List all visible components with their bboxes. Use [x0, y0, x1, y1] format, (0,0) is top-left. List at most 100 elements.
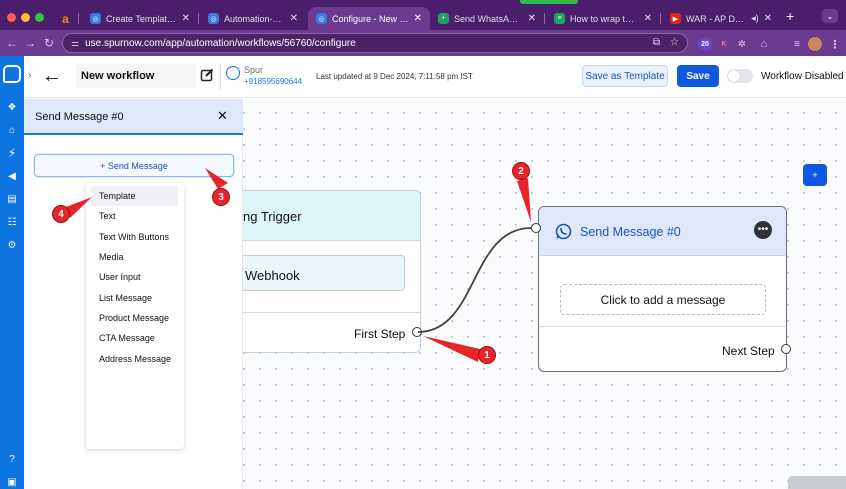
address-bar-row: ← → ↻ ⚌ use.spurnow.com/app/automation/w…	[0, 30, 846, 56]
close-tab-icon[interactable]: ✕	[290, 13, 298, 24]
spur-favicon-icon: ◎	[208, 13, 219, 24]
cast-icon[interactable]: ⧉	[653, 37, 660, 48]
more-options-icon[interactable]: •••	[754, 221, 772, 239]
close-tab-icon[interactable]: ✕	[414, 13, 422, 24]
webhook-label: Webhook	[245, 268, 300, 283]
menu-item-media[interactable]: Media	[86, 247, 184, 267]
tab-label: Send WhatsApp Messag	[454, 13, 523, 24]
browser-tab-bar: a ◎ Create Template user_a ✕ ◎ Automatio…	[0, 0, 846, 30]
help-icon[interactable]: ?	[5, 452, 19, 466]
close-window-icon[interactable]	[7, 13, 16, 22]
tab-wrap-text[interactable]: ≡ How to wrap text in Goo ✕	[546, 7, 660, 30]
app-left-rail: ❖ ⌂ ⚡ ◀ ▤ ☷ ⚙ ? ▣	[0, 56, 24, 489]
spur-logo-icon[interactable]	[3, 65, 21, 83]
channel-phone: +918595690644	[244, 77, 303, 86]
node-divider	[243, 312, 420, 313]
tab-label: Configure - New workflo	[332, 13, 409, 24]
next-step-label: Next Step	[722, 344, 775, 358]
spur-favicon-icon: ◎	[316, 13, 327, 24]
menu-item-text-with-buttons[interactable]: Text With Buttons	[86, 227, 184, 247]
close-tab-icon[interactable]: ✕	[644, 13, 652, 24]
next-step-handle[interactable]	[781, 344, 791, 354]
tab-separator	[78, 13, 79, 24]
last-updated-text: Last updated at 9 Dec 2024, 7:11:58 pm I…	[316, 72, 473, 81]
forward-nav-icon[interactable]: →	[24, 36, 36, 50]
menu-item-text[interactable]: Text	[86, 206, 184, 226]
tab-separator	[544, 13, 545, 24]
automation-bolt-icon[interactable]: ⚡	[5, 146, 19, 160]
menu-item-user-input[interactable]: User Input	[86, 267, 184, 287]
site-settings-icon[interactable]: ⚌	[71, 38, 79, 49]
add-send-message-button[interactable]: + Send Message	[34, 154, 234, 177]
add-message-placeholder[interactable]: Click to add a message	[560, 284, 766, 315]
close-tab-icon[interactable]: ✕	[182, 13, 190, 24]
menu-item-template[interactable]: Template	[91, 186, 178, 207]
settings-gear-icon[interactable]: ⚙	[5, 238, 19, 252]
workflow-status-label: Workflow Disabled	[761, 71, 844, 82]
home-icon[interactable]: ⌂	[5, 123, 19, 137]
panel-toggle-icon[interactable]: ▣	[5, 475, 19, 489]
message-type-menu: Template Text Text With Buttons Media Us…	[86, 183, 184, 449]
whatsapp-icon	[555, 223, 572, 240]
edit-pencil-icon[interactable]	[200, 68, 214, 82]
panel-title: Send Message #0	[35, 111, 124, 123]
maximize-window-icon[interactable]	[35, 13, 44, 22]
add-node-button[interactable]: +	[803, 164, 827, 186]
users-icon[interactable]: ☷	[5, 215, 19, 229]
tab-automation-flows[interactable]: ◎ Automation-Flows ✕	[200, 7, 306, 30]
tab-label: Automation-Flows	[224, 13, 285, 24]
tab-youtube[interactable]: ▶ WAR - AP DHILLON | ◂) ✕	[662, 7, 780, 30]
speaker-icon[interactable]: ◂)	[751, 13, 759, 24]
workflow-enable-toggle[interactable]	[727, 69, 753, 83]
send-node-title: Send Message #0	[580, 225, 681, 239]
profile-avatar[interactable]	[808, 37, 822, 51]
reading-list-icon[interactable]: ≡	[790, 37, 804, 51]
url-omnibox[interactable]: ⚌ use.spurnow.com/app/automation/workflo…	[62, 33, 688, 53]
save-as-template-button[interactable]: Save as Template	[582, 65, 668, 87]
browser-menu-icon[interactable]: ⋮	[828, 37, 842, 51]
menu-item-list-message[interactable]: List Message	[86, 287, 184, 307]
first-step-label: First Step	[354, 327, 406, 341]
trigger-node-title: ng Trigger	[243, 209, 302, 224]
new-tab-button[interactable]: +	[786, 8, 794, 24]
google-docs-icon: ≡	[554, 13, 565, 24]
extension-wand-icon[interactable]: ✲	[735, 37, 749, 51]
tab-label: How to wrap text in Goo	[570, 13, 639, 24]
tab-label: Create Template user_a	[106, 13, 177, 24]
bookmark-star-icon[interactable]: ☆	[670, 37, 679, 48]
node-divider	[539, 326, 786, 327]
chat-icon[interactable]: ▤	[5, 192, 19, 206]
tab-separator	[198, 13, 199, 24]
reload-icon[interactable]: ↻	[44, 36, 54, 50]
expand-sidebar-icon[interactable]: ›	[28, 70, 31, 81]
minimize-window-icon[interactable]	[21, 13, 30, 22]
menu-item-address-message[interactable]: Address Message	[86, 348, 184, 368]
tab-create-template[interactable]: ◎ Create Template user_a ✕	[82, 7, 198, 30]
send-node-input-handle[interactable]	[531, 223, 541, 233]
youtube-icon: ▶	[670, 13, 681, 24]
close-tab-icon[interactable]: ✕	[764, 13, 772, 24]
close-tab-icon[interactable]: ✕	[528, 13, 536, 24]
tab-send-whatsapp[interactable]: + Send WhatsApp Messag ✕	[430, 7, 544, 30]
tab-search-button[interactable]: ⌄	[822, 9, 838, 23]
megaphone-icon[interactable]: ◀	[5, 169, 19, 183]
extension-badge-icon[interactable]: 20	[698, 37, 712, 51]
back-arrow-icon[interactable]: ←	[42, 65, 62, 88]
extension-k-icon[interactable]: K	[717, 37, 731, 51]
trigger-node[interactable]: ng Trigger Webhook First Step	[243, 190, 421, 353]
tab-amazon[interactable]: a	[52, 7, 74, 30]
send-message-node[interactable]: Send Message #0 ••• Click to add a messa…	[538, 206, 787, 372]
workflow-name-field[interactable]: New workflow	[76, 64, 196, 88]
url-text: use.spurnow.com/app/automation/workflows…	[85, 37, 356, 49]
tab-configure-workflow[interactable]: ◎ Configure - New workflo ✕	[308, 7, 430, 30]
brain-icon[interactable]: ❖	[5, 100, 19, 114]
first-step-handle[interactable]	[412, 327, 422, 337]
save-button[interactable]: Save	[677, 65, 719, 87]
menu-item-cta-message[interactable]: CTA Message	[86, 328, 184, 348]
menu-item-product-message[interactable]: Product Message	[86, 308, 184, 328]
amazon-icon: a	[62, 11, 69, 26]
tab-separator	[660, 13, 661, 24]
extensions-puzzle-icon[interactable]: ⌂	[757, 37, 771, 51]
back-nav-icon[interactable]: ←	[6, 36, 18, 50]
close-panel-icon[interactable]: ✕	[217, 108, 228, 124]
